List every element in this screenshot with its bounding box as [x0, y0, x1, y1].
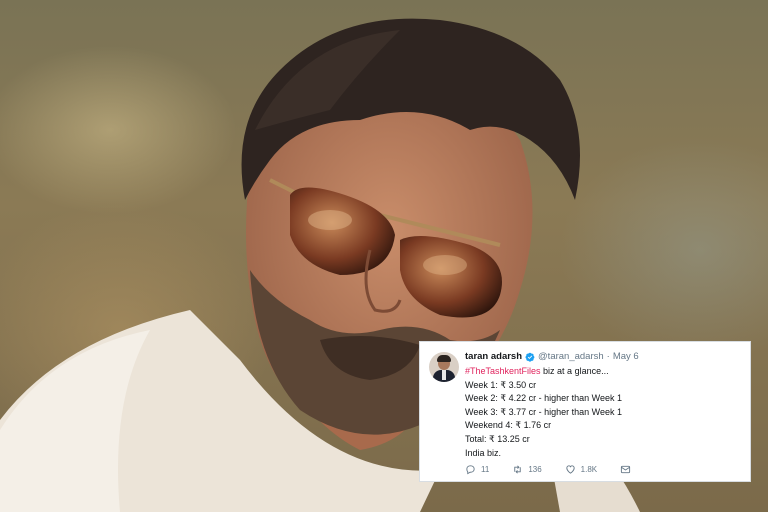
hashtag-link[interactable]: #TheTashkentFiles [465, 366, 541, 376]
retweet-button[interactable]: 136 [512, 464, 542, 475]
tweet-card: taran adarsh @taran_adarsh · May 6 #TheT… [419, 341, 751, 482]
direct-message-icon [621, 465, 631, 473]
avatar[interactable] [429, 352, 459, 382]
tweet-line: Total: ₹ 13.25 cr [465, 433, 530, 444]
tweet-line: Week 1: ₹ 3.50 cr [465, 379, 537, 390]
reply-count: 11 [481, 464, 490, 474]
tweet-date[interactable]: May 6 [613, 351, 639, 362]
like-count: 1.8K [580, 464, 598, 474]
reply-icon [466, 464, 475, 474]
author-handle[interactable]: @taran_adarsh [538, 351, 604, 362]
author-name[interactable]: taran adarsh [465, 351, 522, 362]
tweet-text: #TheTashkentFiles biz at a glance... Wee… [465, 365, 745, 460]
tweet-line: Week 2: ₹ 4.22 cr - higher than Week 1 [465, 393, 622, 404]
like-button[interactable]: 1.8K [565, 464, 597, 475]
tweet-intro-text: biz at a glance... [540, 366, 609, 376]
tweet-line: India biz. [465, 447, 502, 458]
tweet-line: Week 3: ₹ 3.77 cr - higher than Week 1 [465, 406, 622, 417]
retweet-icon [514, 465, 522, 473]
reply-button[interactable]: 11 [465, 464, 489, 475]
direct-message-button[interactable] [620, 464, 636, 475]
retweet-count: 136 [528, 464, 542, 474]
tweet-line: Weekend 4: ₹ 1.76 cr [465, 420, 552, 431]
tweet-actions: 11 136 1.8K [465, 462, 636, 476]
header-separator: · [606, 351, 610, 362]
like-icon [566, 464, 575, 474]
tweet-intro: #TheTashkentFiles biz at a glance... [465, 365, 745, 379]
tweet-header: taran adarsh @taran_adarsh · May 6 [465, 351, 639, 362]
verified-badge-icon [525, 352, 535, 362]
